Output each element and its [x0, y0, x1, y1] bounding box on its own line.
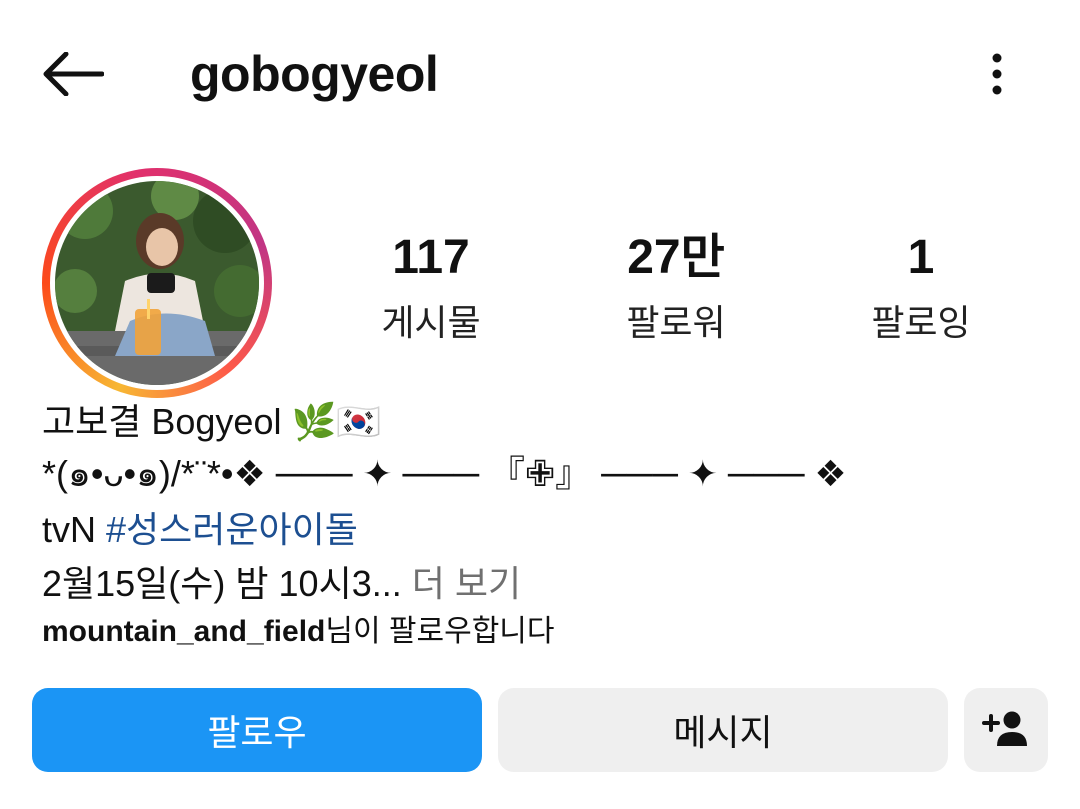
bio-name-line: 고보결 Bogyeol 🌿🇰🇷 [42, 400, 381, 444]
stat-following[interactable]: 1 팔로잉 [821, 230, 1021, 348]
bio-date-text: 2월15일(수) 밤 10시3... [42, 563, 402, 604]
bio-decoration: *(๑•ᴗ•๑)/*¨*•❖ ─── ✦ ─── 『✙』 ─── ✦ ─── ❖ [42, 453, 847, 494]
profile-username: gobogyeol [190, 46, 439, 102]
stat-followers-count: 27만 [627, 231, 725, 284]
arrow-left-icon [43, 52, 104, 96]
followed-by-line[interactable]: mountain_and_field님이 팔로우합니다 [42, 612, 555, 652]
avatar [55, 181, 259, 385]
story-ring[interactable] [42, 168, 272, 398]
bio-hashtag-link[interactable]: #성스러운아이돌 [106, 509, 358, 550]
suggest-users-button[interactable] [964, 688, 1048, 772]
more-options-button[interactable] [972, 44, 1022, 104]
followed-by-user: mountain_and_field [42, 615, 326, 648]
top-bar: gobogyeol [0, 0, 1080, 150]
stat-followers[interactable]: 27만 팔로워 [576, 230, 776, 348]
stat-followers-label: 팔로워 [626, 302, 726, 343]
bio-name: 고보결 Bogyeol [42, 401, 282, 442]
stat-posts-label: 게시물 [381, 302, 481, 343]
bio-tv-line: tvN #성스러운아이돌 [42, 508, 358, 552]
message-button-label: 메시지 [673, 712, 773, 753]
bio-tv-prefix: tvN [42, 509, 107, 550]
follow-button[interactable]: 팔로우 [32, 688, 482, 772]
back-button[interactable] [38, 44, 108, 104]
followed-by-suffix: 님이 팔로우합니다 [325, 615, 555, 648]
stat-following-count: 1 [907, 231, 935, 284]
vertical-dots-icon [992, 53, 1002, 95]
stat-following-label: 팔로잉 [871, 302, 971, 343]
follow-button-label: 팔로우 [207, 712, 307, 753]
bio-date-line: 2월15일(수) 밤 10시3... 더 보기 [42, 562, 521, 606]
bio-name-emojis: 🌿🇰🇷 [291, 401, 382, 442]
stat-posts[interactable]: 117 게시물 [331, 230, 531, 348]
message-button[interactable]: 메시지 [498, 688, 948, 772]
stat-posts-count: 117 [392, 231, 470, 284]
bio-more-link[interactable]: 더 보기 [402, 563, 521, 604]
add-user-icon [982, 711, 1027, 746]
